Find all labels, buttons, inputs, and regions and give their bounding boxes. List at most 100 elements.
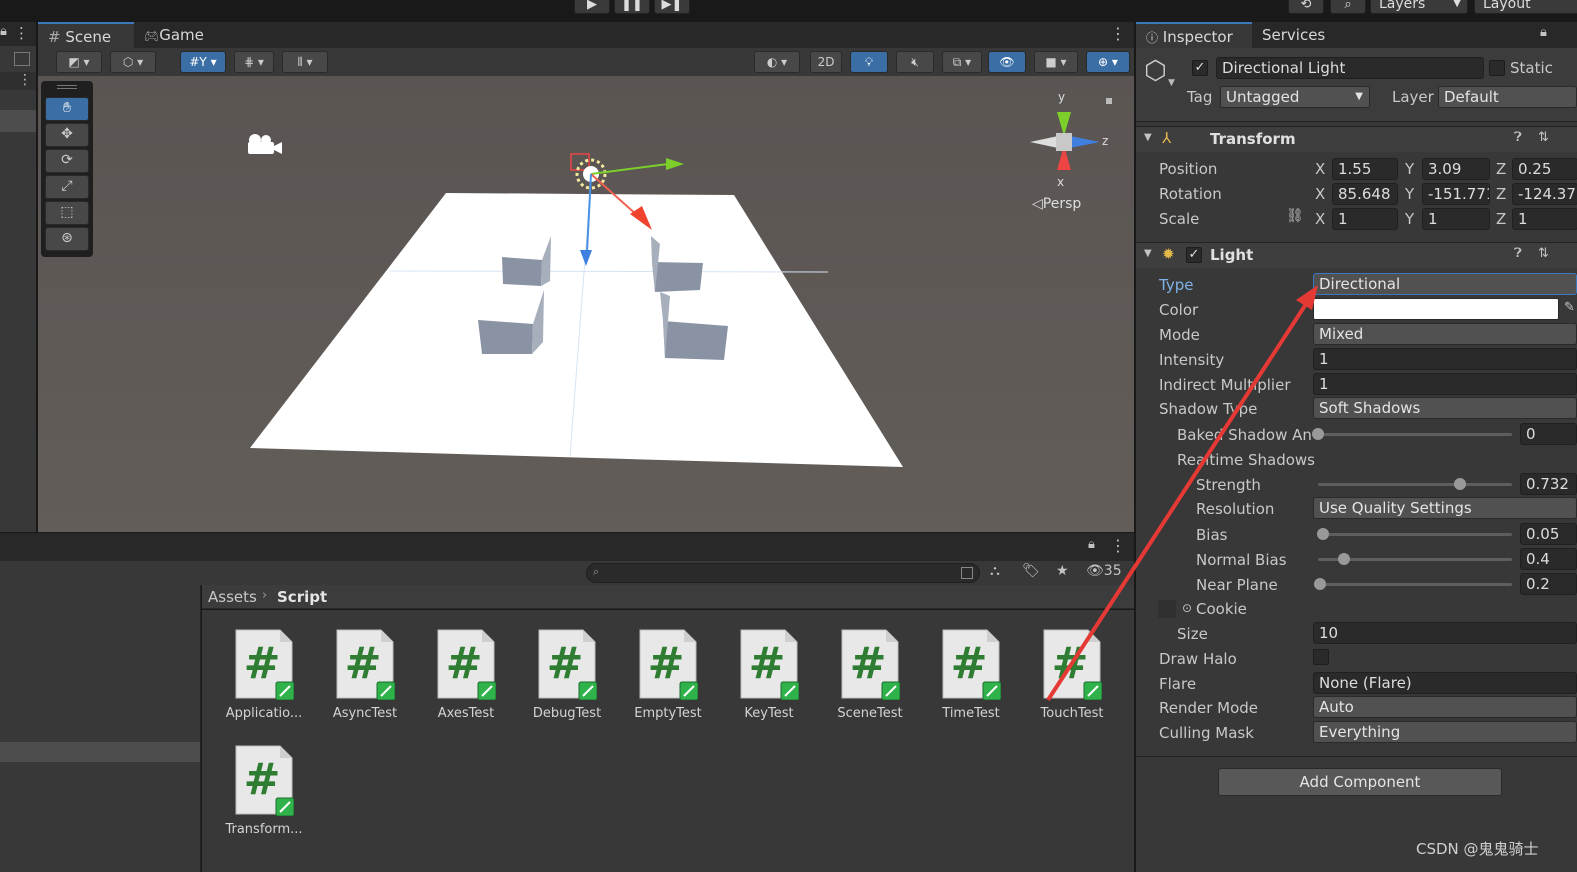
asset-item[interactable]: # Applicatio... xyxy=(219,628,309,721)
indirect-multiplier-field[interactable]: 1 xyxy=(1313,373,1577,395)
breadcrumb-assets[interactable]: Assets xyxy=(208,588,257,606)
rotation-z-field[interactable]: -124.37 xyxy=(1512,183,1577,205)
rect-tool-icon[interactable]: ⬚ xyxy=(45,201,89,225)
tag-dropdown[interactable]: Untagged ▼ xyxy=(1220,86,1370,108)
2d-toggle-button[interactable]: 2D xyxy=(810,51,842,73)
add-component-button[interactable]: Add Component xyxy=(1218,768,1502,796)
kebab-menu-icon[interactable]: ⋮ xyxy=(1110,536,1126,555)
color-swatch[interactable] xyxy=(1313,298,1559,320)
gameobject-cube-icon[interactable]: ⬡ xyxy=(1144,56,1167,86)
light-header[interactable]: ▼ ✹ ✓ Light ❓︎ ⇅ xyxy=(1136,242,1577,268)
flare-field[interactable]: None (Flare) xyxy=(1313,672,1577,694)
move-tool-icon[interactable]: ✥ xyxy=(45,123,89,147)
resolution-dropdown[interactable]: Use Quality Settings xyxy=(1313,497,1577,519)
strength-field[interactable]: 0.732 xyxy=(1520,473,1577,495)
grid-snap-button[interactable]: #Y ▾ xyxy=(180,51,226,73)
slider-knob[interactable] xyxy=(1454,478,1466,490)
breadcrumb-script[interactable]: Script xyxy=(277,588,327,606)
rotation-y-field[interactable]: -151.771 xyxy=(1422,183,1490,205)
favorite-star-icon[interactable]: ★ xyxy=(1056,563,1069,579)
asset-item[interactable]: # SceneTest xyxy=(825,628,915,721)
preset-settings-icon[interactable]: ⇅ xyxy=(1538,130,1549,145)
play-button[interactable]: ▶ xyxy=(574,0,610,14)
kebab-menu-icon[interactable]: ⋮ xyxy=(18,72,32,88)
near-plane-field[interactable]: 0.2 xyxy=(1520,573,1577,595)
history-icon[interactable]: ⟲ xyxy=(1288,0,1324,14)
scene-viewport[interactable]: y z x ◁Persp ✋︎ ✥ ⟳ ⤢ ⬚ ⊛ xyxy=(38,76,1134,532)
help-icon[interactable]: ❓︎ xyxy=(1514,246,1522,261)
cookie-preview[interactable] xyxy=(1158,600,1176,618)
baked-angle-slider[interactable] xyxy=(1318,433,1512,436)
static-checkbox[interactable] xyxy=(1489,60,1505,76)
search-expand-icon[interactable] xyxy=(961,567,973,579)
render-mode-dropdown[interactable]: ⬡ ▾ xyxy=(110,51,156,73)
lock-icon[interactable]: 🔒︎ xyxy=(0,24,7,39)
type-dropdown[interactable]: Directional xyxy=(1313,273,1577,295)
position-z-field[interactable]: 0.25 xyxy=(1512,158,1577,180)
baked-angle-field[interactable]: 0 xyxy=(1520,423,1577,445)
object-picker-icon[interactable]: ⊙ xyxy=(1182,601,1192,615)
lock-icon[interactable]: 🔒︎ xyxy=(1540,25,1547,40)
project-search-input[interactable]: ⌕ xyxy=(586,563,980,583)
scale-x-field[interactable]: 1 xyxy=(1332,208,1398,230)
shading-mode-dropdown[interactable]: ◐ ▾ xyxy=(754,51,800,73)
kebab-menu-icon[interactable]: ⋮ xyxy=(1110,24,1126,43)
draw-mode-dropdown[interactable]: ◩ ▾ xyxy=(56,51,102,73)
bias-field[interactable]: 0.05 xyxy=(1520,523,1577,545)
bias-slider[interactable] xyxy=(1318,533,1512,536)
tab-scene[interactable]: # Scene xyxy=(38,22,134,48)
preset-settings-icon[interactable]: ⇅ xyxy=(1538,246,1549,261)
chevron-down-icon[interactable]: ▼ xyxy=(1168,78,1175,88)
asset-item[interactable]: # EmptyTest xyxy=(623,628,713,721)
asset-item[interactable]: # AsyncTest xyxy=(320,628,410,721)
scale-z-field[interactable]: 1 xyxy=(1512,208,1577,230)
projection-label[interactable]: ◁Persp xyxy=(1032,196,1081,212)
constrain-proportions-icon[interactable]: ⛓︎ xyxy=(1286,208,1304,224)
normal-bias-field[interactable]: 0.4 xyxy=(1520,548,1577,570)
asset-item[interactable]: # KeyTest xyxy=(724,628,814,721)
slider-knob[interactable] xyxy=(1337,553,1350,565)
filter-label-icon[interactable]: 🏷︎ xyxy=(1022,563,1040,579)
transform-header[interactable]: ▼ ⅄ Transform ❓︎ ⇅ xyxy=(1136,126,1577,152)
lighting-toggle-icon[interactable]: 💡︎ xyxy=(850,51,888,73)
search-field-icon[interactable] xyxy=(14,52,30,66)
shadow-type-dropdown[interactable]: Soft Shadows xyxy=(1313,397,1577,419)
lock-icon[interactable]: 🔒︎ xyxy=(1088,537,1095,552)
snap-increment-button[interactable]: ⋕ ▾ xyxy=(234,51,274,73)
hidden-objects-icon[interactable]: 👁︎ xyxy=(988,51,1026,73)
position-y-field[interactable]: 3.09 xyxy=(1422,158,1490,180)
hierarchy-selected-row[interactable] xyxy=(0,110,36,132)
slider-knob[interactable] xyxy=(1312,428,1324,440)
mode-dropdown[interactable]: Mixed xyxy=(1313,323,1577,345)
camera-settings-icon[interactable]: ■ ▾ xyxy=(1034,51,1078,73)
grid-options-button[interactable]: ⦀ ▾ xyxy=(282,51,328,73)
hidden-packages-icon[interactable]: 👁︎35 xyxy=(1086,563,1122,579)
effects-toggle-icon[interactable]: ⧉ ▾ xyxy=(942,51,982,73)
position-x-field[interactable]: 1.55 xyxy=(1332,158,1398,180)
kebab-menu-icon[interactable]: ⋮ xyxy=(14,24,29,42)
asset-item[interactable]: # TimeTest xyxy=(926,628,1016,721)
search-icon[interactable]: ⌕ xyxy=(1330,0,1366,14)
transform-tool-icon[interactable]: ⊛ xyxy=(45,227,89,251)
tab-inspector[interactable]: ⓘ Inspector xyxy=(1136,22,1252,48)
culling-mask-dropdown[interactable]: Everything xyxy=(1313,721,1577,743)
strength-slider[interactable] xyxy=(1318,483,1512,486)
render-mode-dropdown[interactable]: Auto xyxy=(1313,696,1577,718)
scale-y-field[interactable]: 1 xyxy=(1422,208,1490,230)
asset-item[interactable]: # AxesTest xyxy=(421,628,511,721)
hand-tool-icon[interactable]: ✋︎ xyxy=(45,97,89,121)
active-checkbox[interactable]: ✓ xyxy=(1192,60,1208,76)
help-icon[interactable]: ❓︎ xyxy=(1514,130,1522,145)
asset-item[interactable]: # Transform... xyxy=(219,744,309,837)
slider-knob[interactable] xyxy=(1316,528,1329,540)
filter-type-icon[interactable]: ⛬ xyxy=(990,563,1000,579)
object-name-input[interactable]: Directional Light xyxy=(1216,57,1484,79)
tab-services[interactable]: Services xyxy=(1262,22,1342,48)
audio-toggle-icon[interactable]: 🔇︎ xyxy=(896,51,934,73)
size-field[interactable]: 10 xyxy=(1313,622,1577,644)
scale-tool-icon[interactable]: ⤢ xyxy=(45,175,89,199)
layout-dropdown[interactable]: Layout xyxy=(1474,0,1577,14)
intensity-field[interactable]: 1 xyxy=(1313,348,1577,370)
foldout-arrow-icon[interactable]: ▼ xyxy=(1144,248,1152,259)
rotation-x-field[interactable]: 85.648 xyxy=(1332,183,1398,205)
